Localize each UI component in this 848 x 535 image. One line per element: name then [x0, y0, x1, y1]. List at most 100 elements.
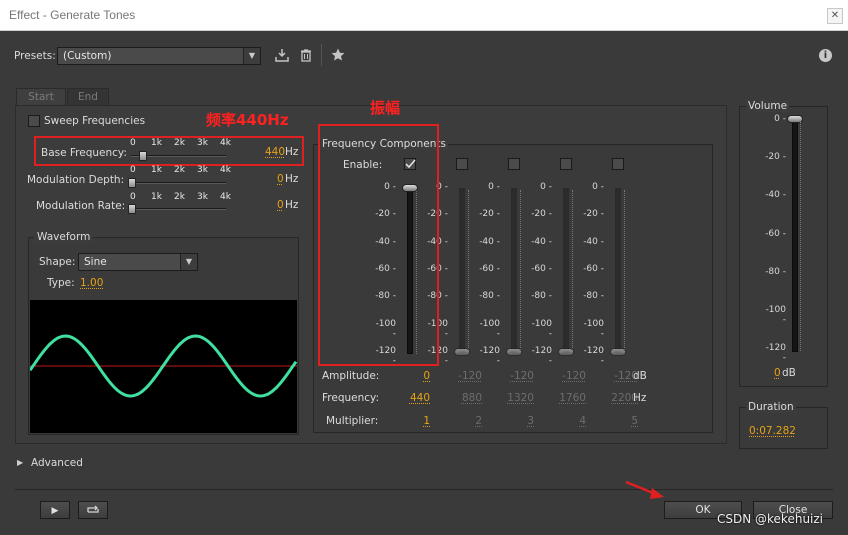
volume-unit: dB	[782, 367, 796, 379]
db-tick-label: -40 -	[531, 236, 552, 247]
watermark: CSDN @kekehuizi	[717, 512, 824, 526]
expand-arrow-icon[interactable]: ▶	[17, 458, 23, 467]
amplitude-value[interactable]: -120	[442, 370, 482, 382]
tick-label: 4k	[220, 165, 231, 175]
db-tick-label: -60 -	[583, 264, 604, 274]
multiplier-label: Multiplier:	[326, 415, 379, 427]
modulation-depth-label: Modulation Depth:	[27, 174, 125, 186]
waveform-preview	[28, 300, 298, 433]
presets-value: (Custom)	[63, 50, 112, 62]
star-icon[interactable]	[330, 47, 346, 63]
multiplier-value[interactable]: 2	[442, 415, 482, 427]
db-tick-label: -20 -	[531, 209, 552, 220]
tick-label: 2k	[174, 165, 185, 175]
multiplier-value[interactable]: 5	[598, 415, 638, 427]
sweep-checkbox[interactable]	[28, 115, 40, 127]
volume-title: Volume	[746, 100, 790, 112]
volume-slider[interactable]	[792, 118, 798, 352]
modulation-rate-slider[interactable]	[131, 208, 226, 210]
db-tick-label: -120 -	[531, 346, 552, 366]
amplitude-value[interactable]: -120	[546, 370, 586, 382]
db-tick-label: -100 -	[479, 318, 500, 339]
multiplier-value[interactable]: 1	[390, 415, 430, 427]
title-bar: Effect - Generate Tones ✕	[0, 0, 848, 31]
db-tick-label: -100 -	[583, 318, 604, 339]
shape-value: Sine	[84, 256, 107, 268]
db-tick-label: -60 -	[479, 264, 500, 274]
volume-value[interactable]: 0	[774, 367, 781, 379]
volume-tick-label: -120 -	[765, 343, 786, 363]
frequency-label: Frequency:	[322, 392, 380, 404]
db-tick-label: 0 -	[592, 182, 604, 192]
db-tick-label: -60 -	[531, 264, 552, 274]
base-frequency-ticks: 0 1k 2k 3k 4k	[128, 138, 232, 148]
loop-button[interactable]	[78, 501, 108, 519]
shape-label: Shape:	[39, 256, 76, 268]
trash-icon[interactable]	[298, 47, 314, 63]
info-icon[interactable]: i	[819, 49, 832, 62]
tab-end[interactable]: End	[67, 88, 109, 105]
modulation-rate-thumb[interactable]	[128, 204, 136, 214]
tick-label: 0	[130, 192, 136, 202]
volume-tick-label: -100 -	[765, 304, 786, 325]
db-tick-label: -40 -	[583, 236, 604, 247]
amplitude-label: Amplitude:	[322, 370, 380, 382]
tick-label: 1k	[151, 192, 162, 202]
tick-label: 3k	[197, 192, 208, 202]
frequency-value[interactable]: 880	[442, 392, 482, 404]
amplitude-thumb[interactable]	[610, 348, 626, 356]
frequency-value[interactable]: 440	[390, 392, 430, 404]
amplitude-value[interactable]: 0	[390, 370, 430, 382]
amplitude-scale	[520, 190, 521, 354]
tab-start[interactable]: Start	[16, 88, 66, 105]
modulation-rate-label: Modulation Rate:	[36, 200, 126, 212]
amplitude-slider[interactable]	[615, 188, 621, 354]
modulation-rate-value[interactable]: 0	[277, 199, 284, 211]
modulation-depth-thumb[interactable]	[128, 178, 136, 188]
enable-checkbox[interactable]	[560, 158, 572, 170]
base-frequency-thumb[interactable]	[139, 151, 147, 161]
frequency-value[interactable]: 1760	[546, 392, 586, 404]
volume-tick-label: -40 -	[765, 190, 786, 201]
type-value[interactable]: 1.00	[80, 277, 103, 289]
db-tick-label: -20 -	[479, 209, 500, 220]
presets-dropdown[interactable]: (Custom) ▼	[57, 47, 261, 65]
amplitude-thumb[interactable]	[454, 348, 470, 356]
enable-checkbox[interactable]	[456, 158, 468, 170]
play-button[interactable]: ▶	[40, 501, 70, 519]
modulation-rate-ticks: 0 1k 2k 3k 4k	[128, 192, 232, 202]
enable-checkbox[interactable]	[612, 158, 624, 170]
shape-dropdown[interactable]: Sine ▼	[78, 253, 198, 271]
amplitude-slider[interactable]	[511, 188, 517, 354]
multiplier-value[interactable]: 4	[546, 415, 586, 427]
amplitude-scale	[572, 190, 573, 354]
amplitude-unit: dB	[633, 370, 647, 382]
amplitude-thumb[interactable]	[558, 348, 574, 356]
amplitude-value[interactable]: -120	[598, 370, 638, 382]
window-close-button[interactable]: ✕	[827, 8, 843, 24]
base-frequency-annotation: 频率440Hz	[206, 111, 289, 129]
base-frequency-unit: Hz	[285, 146, 299, 158]
db-tick-label: -20 -	[583, 209, 604, 220]
loop-icon	[87, 505, 99, 513]
enable-checkbox[interactable]	[508, 158, 520, 170]
frequency-value[interactable]: 1320	[494, 392, 534, 404]
modulation-depth-ticks: 0 1k 2k 3k 4k	[128, 165, 232, 175]
save-preset-icon[interactable]	[274, 47, 290, 63]
volume-tick-label: -80 -	[765, 266, 786, 277]
base-frequency-value[interactable]: 440	[265, 146, 285, 158]
advanced-label[interactable]: Advanced	[31, 457, 83, 469]
tick-label: 4k	[220, 138, 231, 148]
modulation-depth-slider[interactable]	[131, 182, 226, 184]
tick-label: 2k	[174, 192, 185, 202]
frequency-value[interactable]: 2200	[598, 392, 638, 404]
db-tick-label: -120 -	[479, 346, 500, 366]
multiplier-value[interactable]: 3	[494, 415, 534, 427]
modulation-depth-value[interactable]: 0	[277, 173, 284, 185]
volume-scale	[800, 121, 801, 351]
amplitude-slider[interactable]	[459, 188, 465, 354]
amplitude-value[interactable]: -120	[494, 370, 534, 382]
duration-value[interactable]: 0:07.282	[749, 425, 796, 437]
amplitude-slider[interactable]	[563, 188, 569, 354]
amplitude-thumb[interactable]	[506, 348, 522, 356]
